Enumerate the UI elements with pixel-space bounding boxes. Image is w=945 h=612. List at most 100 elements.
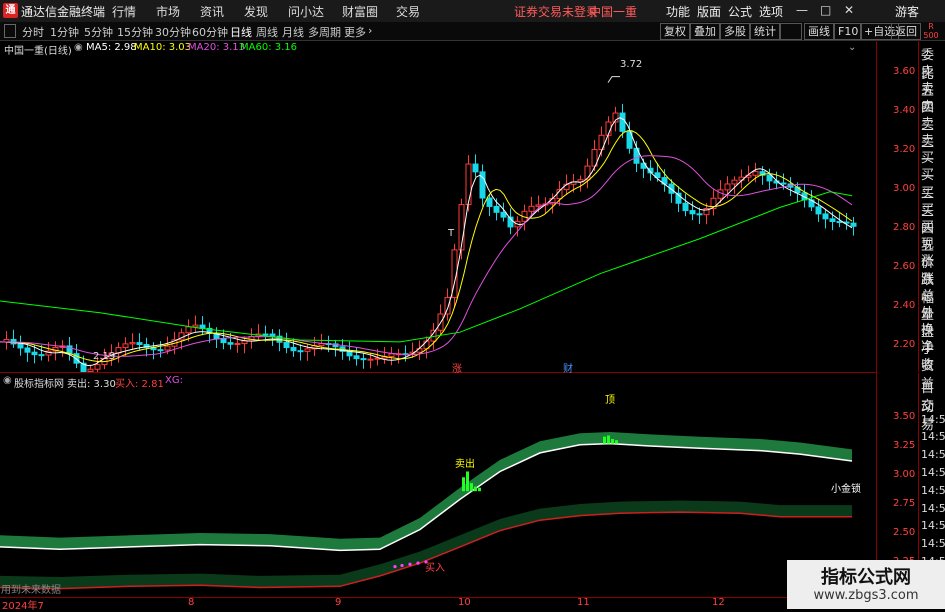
top-signal-bar bbox=[615, 440, 618, 444]
period-fenshi[interactable]: 分时 bbox=[22, 24, 44, 40]
user-guest[interactable]: 游客 bbox=[895, 3, 919, 20]
candle bbox=[731, 176, 738, 194]
menu-shichang[interactable]: 市场 bbox=[156, 3, 180, 20]
small-lock-label: 小金锁 bbox=[831, 484, 861, 495]
low-price-label: 2.19 bbox=[93, 351, 116, 362]
period-1min[interactable]: 1分钟 bbox=[50, 24, 79, 40]
btn-diejia[interactable]: 叠加 bbox=[690, 23, 720, 40]
period-multi[interactable]: 多周期 bbox=[308, 24, 341, 40]
candle bbox=[682, 193, 689, 217]
x-axis: 2024年7 8 9 10 11 12 bbox=[0, 597, 876, 612]
buy-signal-dot bbox=[400, 563, 404, 568]
restore-icon[interactable]: □ bbox=[820, 3, 831, 17]
ytick-2.80: 2.80 bbox=[893, 222, 916, 233]
mark-t: T bbox=[448, 228, 455, 239]
ma5-line bbox=[0, 117, 853, 367]
sub-ytick-3.25: 3.25 bbox=[893, 440, 916, 451]
sell-signal-bar bbox=[478, 487, 481, 492]
watermark: 指标公式网 www.zbgs3.com bbox=[787, 560, 945, 609]
menu-caifuquan[interactable]: 财富圈 bbox=[342, 3, 378, 20]
ma10-line bbox=[0, 130, 853, 363]
menu-hangqing[interactable]: 行情 bbox=[112, 3, 136, 20]
candle bbox=[479, 164, 486, 207]
r-indicator: R 500 bbox=[923, 22, 939, 40]
quote-side-panel: 委比 卖五 卖四 卖三 卖二 卖一 买一 买二 买三 买四 买五 现价 涨跌 涨幅 总量 外盘 换手 净资 收益 bbox=[918, 40, 945, 392]
candle bbox=[3, 331, 10, 350]
candle bbox=[17, 335, 24, 356]
btn-f10[interactable]: F10 bbox=[834, 23, 863, 40]
signal-top-label: 顶 bbox=[605, 395, 615, 406]
ytick-3.60: 3.60 bbox=[893, 66, 916, 77]
candle bbox=[577, 175, 584, 192]
trade-time: 14:56 bbox=[921, 537, 945, 551]
trade-time: 14:56 bbox=[921, 519, 945, 533]
app-logo-icon: 通 bbox=[3, 3, 18, 18]
sub-ytick-3.50: 3.50 bbox=[893, 411, 916, 422]
period-monthly[interactable]: 月线 bbox=[282, 24, 304, 40]
btn-fuquan[interactable]: 复权 bbox=[660, 23, 690, 40]
xlabel-nov: 11 bbox=[577, 597, 590, 608]
period-30min[interactable]: 30分钟 bbox=[155, 24, 191, 40]
period-more[interactable]: 更多 bbox=[344, 24, 366, 40]
buy-signal-dot bbox=[408, 562, 412, 566]
watermark-title: 指标公式网 bbox=[821, 567, 911, 588]
trade-side-panel: 自动交易14:5614:5614:5614:5614:5614:5614:561… bbox=[918, 373, 945, 568]
trade-time: 14:56 bbox=[921, 412, 945, 426]
candle bbox=[633, 141, 640, 172]
watermark-url: www.zbgs3.com bbox=[813, 588, 919, 603]
title-bar: 通 通达信金融终端 行情 市场 资讯 发现 问小达 财富圈 交易 证券交易未登录… bbox=[0, 0, 945, 23]
period-weekly[interactable]: 周线 bbox=[256, 24, 278, 40]
menu-jiaoyi[interactable]: 交易 bbox=[396, 3, 420, 20]
menu-zixun[interactable]: 资讯 bbox=[200, 3, 224, 20]
login-warning[interactable]: 证券交易未登录 bbox=[514, 3, 598, 20]
trade-time: 14:56 bbox=[921, 430, 945, 444]
btn-duogu[interactable]: 多股 bbox=[720, 23, 750, 40]
high-marker bbox=[607, 76, 620, 83]
period-15min[interactable]: 15分钟 bbox=[117, 24, 153, 40]
menu-banmian[interactable]: 版面 bbox=[697, 3, 721, 20]
btn-square-icon[interactable] bbox=[780, 23, 802, 40]
menu-gongneng[interactable]: 功能 bbox=[666, 3, 690, 20]
indicator-panel[interactable]: ◉ 股标指标网 卖出: 3.30 买入: 2.81 XG: 卖出 顶 买入 小金… bbox=[0, 373, 877, 598]
candle bbox=[661, 169, 668, 192]
period-toolbar: 分时 1分钟 5分钟 15分钟 30分钟 60分钟 日线 周线 月线 多周期 更… bbox=[0, 22, 945, 41]
chevron-right-icon[interactable]: › bbox=[368, 24, 372, 37]
top-signal-bar bbox=[603, 436, 606, 444]
menu-wenxiaoda[interactable]: 问小达 bbox=[288, 3, 324, 20]
ytick-3.40: 3.40 bbox=[893, 105, 916, 116]
ytick-2.40: 2.40 bbox=[893, 300, 916, 311]
xlabel-oct: 10 bbox=[458, 597, 471, 608]
candle bbox=[850, 217, 857, 236]
xlabel-aug: 8 bbox=[188, 597, 195, 608]
sub-ytick-2.75: 2.75 bbox=[893, 498, 916, 509]
candle bbox=[584, 158, 591, 189]
candle bbox=[507, 208, 514, 235]
btn-huaxian[interactable]: 画线 bbox=[804, 23, 834, 40]
candle bbox=[815, 198, 822, 222]
menu-faxian[interactable]: 发现 bbox=[244, 3, 268, 20]
menu-xuanxiang[interactable]: 选项 bbox=[759, 3, 783, 20]
menu-gongshi[interactable]: 公式 bbox=[728, 3, 752, 20]
candle bbox=[822, 209, 829, 229]
minimize-icon[interactable]: — bbox=[796, 3, 808, 17]
period-5min[interactable]: 5分钟 bbox=[84, 24, 113, 40]
trade-time: 14:56 bbox=[921, 448, 945, 462]
kline-panel[interactable]: 中国一重(日线) ◉ MA5: 2.98 MA10: 3.03 MA20: 3.… bbox=[0, 40, 877, 375]
close-icon[interactable]: ✕ bbox=[844, 3, 854, 17]
candle bbox=[297, 344, 304, 361]
toolbar-menu-icon[interactable] bbox=[4, 24, 16, 38]
trade-time: 14:56 bbox=[921, 501, 945, 515]
app-title: 通达信金融终端 bbox=[21, 5, 106, 19]
candle bbox=[283, 332, 290, 354]
period-60min[interactable]: 60分钟 bbox=[192, 24, 228, 40]
sub-ytick-3.00: 3.00 bbox=[893, 469, 916, 480]
btn-tongji[interactable]: 统计 bbox=[750, 23, 780, 40]
period-daily[interactable]: 日线 bbox=[230, 24, 252, 40]
title-stock-name: 中国一重 bbox=[589, 5, 638, 19]
candle bbox=[395, 348, 402, 364]
ytick-2.20: 2.20 bbox=[893, 339, 916, 350]
trade-time: 14:56 bbox=[921, 483, 945, 497]
candle bbox=[192, 315, 199, 332]
candle bbox=[87, 365, 94, 372]
btn-fanhui[interactable]: 返回 bbox=[891, 23, 921, 40]
